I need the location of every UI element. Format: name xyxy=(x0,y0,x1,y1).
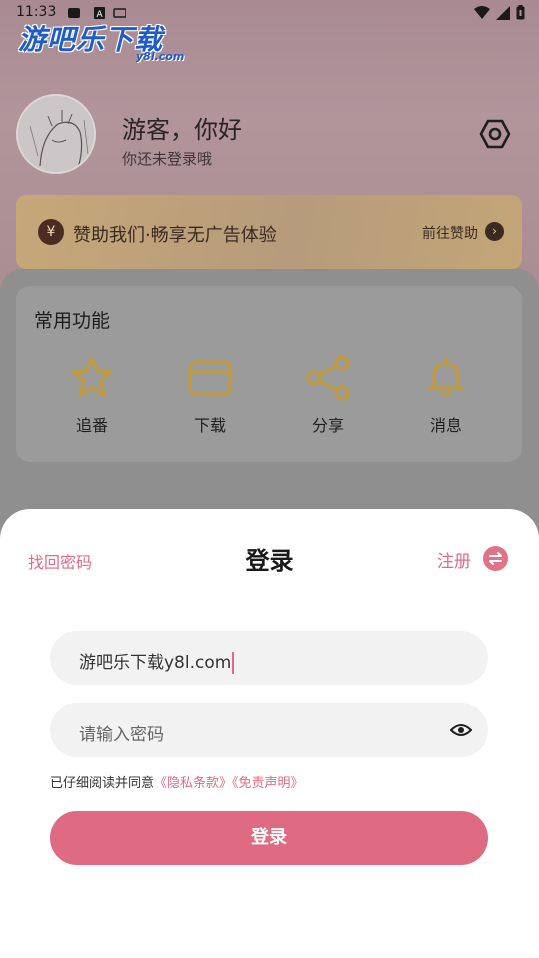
username-input[interactable]: 游吧乐下载y8l.com xyxy=(50,631,488,685)
function-label: 下载 xyxy=(193,416,226,435)
sponsor-link[interactable]: 前往赞助 xyxy=(422,223,478,243)
star-icon xyxy=(71,356,113,397)
login-button[interactable]: 登录 xyxy=(50,811,488,865)
settings-hex-icon xyxy=(479,119,511,149)
share-icon xyxy=(306,355,350,401)
function-label: 追番 xyxy=(75,416,108,435)
bell-icon xyxy=(427,357,465,396)
function-follow[interactable]: 追番 xyxy=(57,354,127,436)
avatar[interactable] xyxy=(16,94,96,174)
folder-icon xyxy=(188,360,232,396)
function-download[interactable]: 下载 xyxy=(175,354,245,436)
username-value: 游吧乐下载y8l.com xyxy=(79,653,232,673)
sponsor-banner[interactable]: ¥ 赞助我们·畅享无广告体验 前往赞助 › xyxy=(16,195,522,269)
sponsor-text: 赞助我们·畅享无广告体验 xyxy=(73,225,277,246)
system-icons xyxy=(474,5,525,20)
function-label: 分享 xyxy=(311,416,344,435)
password-placeholder: 请输入密码 xyxy=(79,725,164,745)
settings-button[interactable] xyxy=(478,117,512,151)
eye-icon[interactable] xyxy=(450,720,472,740)
agreement-text: 已仔细阅读并同意《隐私条款》《免责声明》 xyxy=(50,776,304,791)
disclaimer-link[interactable]: 《免责声明》 xyxy=(232,776,304,791)
section-title: 常用功能 xyxy=(34,310,111,332)
password-input[interactable]: 请输入密码 xyxy=(50,703,488,757)
yuan-icon: ¥ xyxy=(38,219,64,245)
signal-icon xyxy=(496,5,510,20)
function-messages[interactable]: 消息 xyxy=(411,354,481,436)
login-sheet: 找回密码 登录 注册 游吧乐下载y8l.com 请输入密码 已仔细阅读并同意《隐… xyxy=(0,509,539,958)
battery-icon xyxy=(516,5,525,20)
login-status-text: 你还未登录哦 xyxy=(122,150,213,168)
privacy-link[interactable]: 《隐私条款》 xyxy=(154,776,232,791)
text-caret xyxy=(232,652,235,674)
function-share[interactable]: 分享 xyxy=(293,354,363,436)
watermark-logo: 游吧乐下载 y8l.com xyxy=(18,23,185,63)
function-label: 消息 xyxy=(429,416,462,435)
common-functions-card: 常用功能 追番 下载 分享 消息 xyxy=(16,286,522,462)
wifi-icon xyxy=(474,5,490,19)
register-link[interactable]: 注册 xyxy=(437,547,471,572)
swap-icon[interactable] xyxy=(483,546,508,571)
chevron-right-icon: › xyxy=(485,222,504,241)
greeting-title: 游客，你好 xyxy=(122,116,242,144)
